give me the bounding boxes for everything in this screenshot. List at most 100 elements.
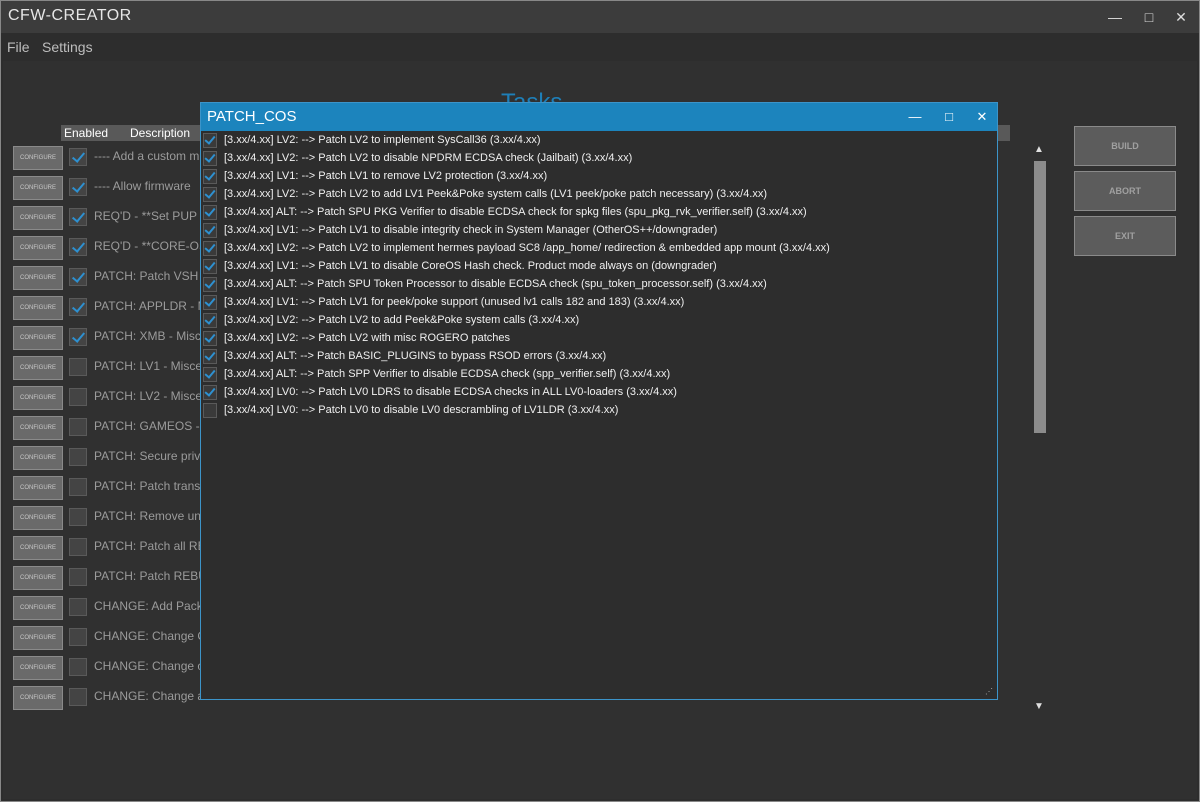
task-description: CHANGE: Add Packa — [94, 599, 204, 613]
patch-checkbox[interactable] — [203, 385, 217, 400]
task-enabled-checkbox[interactable] — [69, 268, 87, 286]
dialog-close-button[interactable]: ✕ — [968, 105, 996, 129]
task-enabled-checkbox[interactable] — [69, 208, 87, 226]
configure-button[interactable]: CONFIGURE — [13, 686, 63, 710]
patch-label: [3.xx/4.xx] LV2: --> Patch LV2 to add Pe… — [224, 314, 580, 326]
task-enabled-checkbox[interactable] — [69, 538, 87, 556]
task-description: REQ'D - **Set PUP b — [94, 209, 204, 223]
task-description: PATCH: GAMEOS - M — [94, 419, 204, 433]
task-enabled-checkbox[interactable] — [69, 238, 87, 256]
task-enabled-checkbox[interactable] — [69, 388, 87, 406]
menu-settings[interactable]: Settings — [42, 39, 93, 55]
patch-label: [3.xx/4.xx] LV2: --> Patch LV2 to disabl… — [224, 152, 633, 164]
configure-button[interactable]: CONFIGURE — [13, 446, 63, 470]
abort-button[interactable]: ABORT — [1074, 171, 1176, 211]
patch-item: [3.xx/4.xx] LV2: --> Patch LV2 with misc… — [203, 330, 997, 348]
configure-button[interactable]: CONFIGURE — [13, 146, 63, 170]
menu-file[interactable]: File — [7, 39, 30, 55]
task-enabled-checkbox[interactable] — [69, 148, 87, 166]
patch-label: [3.xx/4.xx] LV2: --> Patch LV2 to add LV… — [224, 188, 768, 200]
configure-button[interactable]: CONFIGURE — [13, 236, 63, 260]
patch-checkbox[interactable] — [203, 169, 217, 184]
dialog-minimize-button[interactable]: — — [901, 105, 929, 129]
configure-button[interactable]: CONFIGURE — [13, 656, 63, 680]
configure-button[interactable]: CONFIGURE — [13, 176, 63, 200]
patch-checkbox[interactable] — [203, 187, 217, 202]
configure-button[interactable]: CONFIGURE — [13, 326, 63, 350]
patch-checkbox[interactable] — [203, 403, 217, 418]
maximize-button[interactable]: □ — [1135, 5, 1163, 29]
task-enabled-checkbox[interactable] — [69, 448, 87, 466]
dialog-maximize-button[interactable]: □ — [935, 105, 963, 129]
task-enabled-checkbox[interactable] — [69, 328, 87, 346]
task-enabled-checkbox[interactable] — [69, 598, 87, 616]
configure-button[interactable]: CONFIGURE — [13, 566, 63, 590]
patch-item: [3.xx/4.xx] LV1: --> Patch LV1 to disabl… — [203, 222, 997, 240]
task-enabled-checkbox[interactable] — [69, 508, 87, 526]
exit-button[interactable]: EXIT — [1074, 216, 1176, 256]
task-enabled-checkbox[interactable] — [69, 358, 87, 376]
scroll-down-arrow[interactable]: ▼ — [1034, 701, 1044, 712]
patch-item: [3.xx/4.xx] LV0: --> Patch LV0 LDRS to d… — [203, 384, 997, 402]
patch-checkbox[interactable] — [203, 241, 217, 256]
patch-label: [3.xx/4.xx] LV2: --> Patch LV2 to implem… — [224, 134, 541, 146]
app-title: CFW-CREATOR — [8, 7, 132, 24]
task-enabled-checkbox[interactable] — [69, 478, 87, 496]
task-description: REQ'D - **CORE-OS — [94, 239, 204, 253]
close-button[interactable]: ✕ — [1167, 5, 1195, 29]
title-bar: CFW-CREATOR — □ ✕ — [1, 1, 1199, 33]
patch-checkbox[interactable] — [203, 223, 217, 238]
resize-grip-icon[interactable]: ⋰ — [985, 687, 995, 697]
task-enabled-checkbox[interactable] — [69, 568, 87, 586]
patch-checkbox[interactable] — [203, 367, 217, 382]
patch-checkbox[interactable] — [203, 277, 217, 292]
patch-label: [3.xx/4.xx] ALT: --> Patch SPU PKG Verif… — [224, 206, 807, 218]
task-description: CHANGE: Change co — [94, 659, 204, 673]
dialog-title-bar: PATCH_COS — □ ✕ — [201, 103, 997, 131]
task-description: PATCH: LV1 - Misce — [94, 359, 203, 373]
task-description: PATCH: Patch REBUG — [94, 569, 204, 583]
patch-item: [3.xx/4.xx] LV2: --> Patch LV2 to add Pe… — [203, 312, 997, 330]
patch-checkbox[interactable] — [203, 133, 217, 148]
patch-item: [3.xx/4.xx] LV0: --> Patch LV0 to disabl… — [203, 402, 997, 420]
configure-button[interactable]: CONFIGURE — [13, 416, 63, 440]
patch-checkbox[interactable] — [203, 349, 217, 364]
patch-checkbox[interactable] — [203, 313, 217, 328]
scroll-up-arrow[interactable]: ▲ — [1034, 144, 1044, 155]
patch-checkbox[interactable] — [203, 295, 217, 310]
task-description: PATCH: XMB - Misce — [94, 329, 204, 343]
task-enabled-checkbox[interactable] — [69, 298, 87, 316]
task-enabled-checkbox[interactable] — [69, 688, 87, 706]
patch-label: [3.xx/4.xx] LV1: --> Patch LV1 to remove… — [224, 170, 548, 182]
build-button[interactable]: BUILD — [1074, 126, 1176, 166]
configure-button[interactable]: CONFIGURE — [13, 596, 63, 620]
task-enabled-checkbox[interactable] — [69, 628, 87, 646]
patch-item: [3.xx/4.xx] LV1: --> Patch LV1 to remove… — [203, 168, 997, 186]
configure-button[interactable]: CONFIGURE — [13, 506, 63, 530]
patch-checkbox[interactable] — [203, 151, 217, 166]
patch-item: [3.xx/4.xx] ALT: --> Patch SPU PKG Verif… — [203, 204, 997, 222]
scrollbar-thumb[interactable] — [1034, 161, 1046, 433]
configure-button[interactable]: CONFIGURE — [13, 536, 63, 560]
configure-button[interactable]: CONFIGURE — [13, 356, 63, 380]
patch-checkbox[interactable] — [203, 205, 217, 220]
task-enabled-checkbox[interactable] — [69, 178, 87, 196]
patch-item: [3.xx/4.xx] LV1: --> Patch LV1 to disabl… — [203, 258, 997, 276]
task-enabled-checkbox[interactable] — [69, 418, 87, 436]
patch-label: [3.xx/4.xx] ALT: --> Patch SPP Verifier … — [224, 368, 671, 380]
configure-button[interactable]: CONFIGURE — [13, 386, 63, 410]
configure-button[interactable]: CONFIGURE — [13, 206, 63, 230]
minimize-button[interactable]: — — [1101, 5, 1129, 29]
task-enabled-checkbox[interactable] — [69, 658, 87, 676]
patch-item: [3.xx/4.xx] ALT: --> Patch BASIC_PLUGINS… — [203, 348, 997, 366]
dialog-title: PATCH_COS — [207, 108, 297, 125]
configure-button[interactable]: CONFIGURE — [13, 296, 63, 320]
patch-checkbox[interactable] — [203, 331, 217, 346]
patch-checkbox[interactable] — [203, 259, 217, 274]
configure-button[interactable]: CONFIGURE — [13, 626, 63, 650]
task-description: ---- Add a custom m — [94, 149, 200, 163]
column-header-enabled[interactable]: Enabled — [61, 125, 128, 141]
menu-bar: File Settings — [1, 33, 1199, 61]
configure-button[interactable]: CONFIGURE — [13, 476, 63, 500]
configure-button[interactable]: CONFIGURE — [13, 266, 63, 290]
